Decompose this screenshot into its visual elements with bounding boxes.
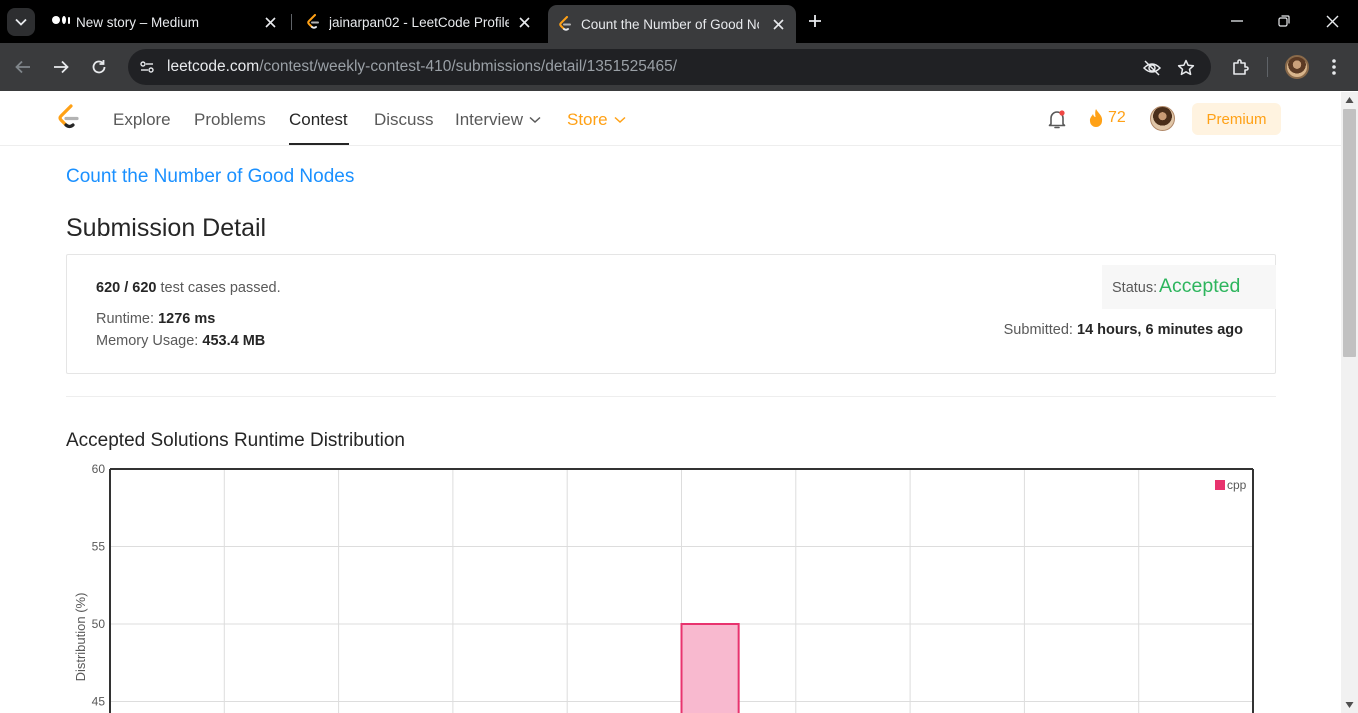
tab-title: Count the Number of Good No xyxy=(581,17,759,32)
close-icon[interactable] xyxy=(770,16,786,32)
scroll-up-arrow-icon[interactable] xyxy=(1345,96,1354,104)
leetcode-icon xyxy=(306,14,320,33)
submitted-text: Submitted: 14 hours, 6 minutes ago xyxy=(1004,322,1243,338)
tab-search-button[interactable] xyxy=(7,8,35,36)
premium-button[interactable]: Premium xyxy=(1192,103,1281,135)
runtime-label: Runtime: xyxy=(96,311,155,327)
submitted-value: 14 hours, 6 minutes ago xyxy=(1077,322,1243,338)
distribution-title: Accepted Solutions Runtime Distribution xyxy=(66,430,406,451)
tests-passed-count: 620 / 620 xyxy=(96,280,157,296)
chart-bar xyxy=(680,623,740,713)
tests-passed-suffix: test cases passed. xyxy=(160,280,281,296)
memory-label: Memory Usage: xyxy=(96,333,199,349)
status-box: Status: Accepted xyxy=(1102,265,1276,309)
kebab-menu-icon xyxy=(1332,59,1336,75)
close-window-button[interactable] xyxy=(1321,10,1343,32)
fire-icon xyxy=(1089,109,1103,127)
puzzle-icon xyxy=(1233,59,1249,75)
close-icon[interactable] xyxy=(262,14,278,30)
menu-button[interactable] xyxy=(1322,55,1346,79)
tests-passed-text: 620 / 620 test cases passed. xyxy=(96,280,281,296)
status-badge: Accepted xyxy=(1159,275,1241,297)
nav-interview-label: Interview xyxy=(455,110,524,129)
arrow-left-icon xyxy=(15,60,30,74)
tab-leetcode-profile[interactable]: jainarpan02 - LeetCode Profile xyxy=(296,5,542,39)
y-tick-label: 60 xyxy=(92,462,106,476)
scroll-down-arrow-icon[interactable] xyxy=(1345,701,1354,709)
back-button[interactable] xyxy=(11,55,35,79)
leetcode-logo[interactable] xyxy=(56,104,82,132)
divider xyxy=(66,396,1276,397)
reload-button[interactable] xyxy=(87,55,111,79)
page-title: Submission Detail xyxy=(66,214,267,242)
status-label: Status: xyxy=(1112,280,1158,296)
legend-label: cpp xyxy=(1227,478,1247,492)
nav-contest[interactable]: Contest xyxy=(289,110,348,130)
memory-value: 453.4 MB xyxy=(202,333,266,349)
memory-text: Memory Usage: 453.4 MB xyxy=(96,333,265,349)
page-scrollbar[interactable] xyxy=(1341,92,1358,713)
notification-bell-icon[interactable] xyxy=(1046,108,1068,130)
restore-button[interactable] xyxy=(1273,10,1295,32)
tab-medium[interactable]: New story – Medium xyxy=(44,5,288,39)
nav-problems[interactable]: Problems xyxy=(194,110,266,130)
medium-icon xyxy=(52,16,70,24)
restore-icon xyxy=(1278,15,1290,27)
reload-icon xyxy=(92,60,106,74)
scrollbar-thumb[interactable] xyxy=(1343,109,1356,357)
forward-button[interactable] xyxy=(49,55,73,79)
runtime-text: Runtime: 1276 ms xyxy=(96,311,215,327)
nav-interview[interactable]: Interview xyxy=(455,110,541,130)
tab-active-problem[interactable]: Count the Number of Good No xyxy=(548,5,796,43)
tab-separator xyxy=(291,14,292,30)
tab-title: New story – Medium xyxy=(76,15,200,30)
submission-detail-card: 620 / 620 test cases passed. Runtime: 12… xyxy=(66,254,1276,374)
user-avatar[interactable] xyxy=(1150,106,1175,131)
toolbar-divider xyxy=(1267,57,1268,77)
chevron-down-icon xyxy=(529,116,541,124)
arrow-right-icon xyxy=(54,60,69,74)
extensions-button[interactable] xyxy=(1228,55,1252,79)
address-bar[interactable]: leetcode.com/contest/weekly-contest-410/… xyxy=(128,49,1211,85)
y-tick-label: 50 xyxy=(92,617,106,631)
star-icon[interactable] xyxy=(1175,57,1197,79)
tab-title: jainarpan02 - LeetCode Profile xyxy=(329,15,509,30)
browser-toolbar: leetcode.com/contest/weekly-contest-410/… xyxy=(0,43,1358,91)
nav-discuss[interactable]: Discuss xyxy=(374,110,434,130)
runtime-distribution-chart: 60 55 50 45 cpp Distribution (%) xyxy=(73,462,1254,713)
profile-avatar[interactable] xyxy=(1285,55,1309,79)
streak-count: 72 xyxy=(1108,109,1126,126)
y-tick-label: 45 xyxy=(92,695,106,709)
nav-store[interactable]: Store xyxy=(567,110,626,130)
y-axis-label: Distribution (%) xyxy=(73,593,88,682)
active-nav-underline xyxy=(289,143,349,145)
leetcode-icon xyxy=(558,16,572,35)
url-text: leetcode.com/contest/weekly-contest-410/… xyxy=(167,58,678,75)
chevron-down-icon xyxy=(15,18,27,26)
minimize-button[interactable] xyxy=(1226,10,1248,32)
leetcode-navbar: Explore Problems Contest Discuss Intervi… xyxy=(0,92,1341,146)
plus-icon xyxy=(809,15,821,27)
browser-tab-bar: New story – Medium jainarpan02 - LeetCod… xyxy=(0,0,1358,43)
submitted-label: Submitted: xyxy=(1003,322,1073,338)
problem-title-link[interactable]: Count the Number of Good Nodes xyxy=(66,166,354,188)
y-tick-label: 55 xyxy=(92,540,106,554)
legend-swatch xyxy=(1215,480,1225,490)
nav-store-label: Store xyxy=(567,110,608,129)
chevron-down-icon xyxy=(614,116,626,124)
streak-counter[interactable]: 72 xyxy=(1088,108,1126,128)
nav-explore[interactable]: Explore xyxy=(113,110,171,130)
site-info-icon[interactable] xyxy=(136,56,158,78)
new-tab-button[interactable] xyxy=(805,11,825,31)
minimize-icon xyxy=(1231,20,1243,22)
eye-off-icon[interactable] xyxy=(1141,57,1163,79)
close-icon xyxy=(1326,15,1338,27)
close-icon[interactable] xyxy=(516,14,532,30)
runtime-value: 1276 ms xyxy=(158,311,216,327)
